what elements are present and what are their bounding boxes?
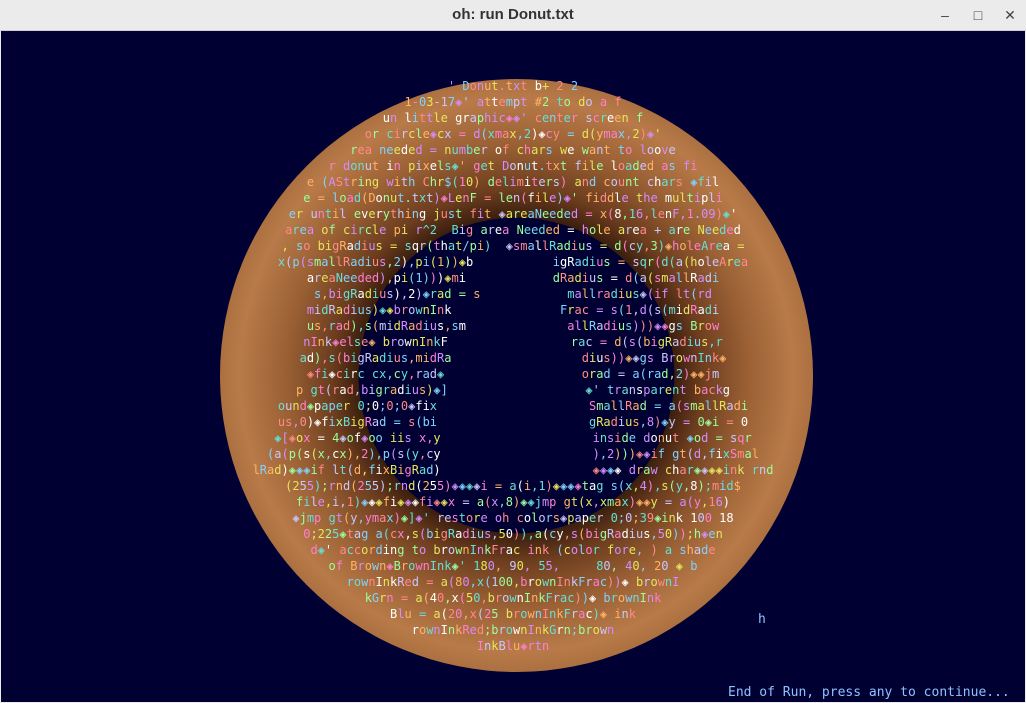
text-line: ' Donut.txt b+ 2 2 bbox=[447, 79, 579, 93]
text-line: 1-03-17◈' attempt #2 to do a f bbox=[404, 95, 622, 109]
text-line: e = load(Donut.txt)◈LenF = len(file)◈' f… bbox=[303, 191, 723, 205]
graphics-canvas[interactable]: ' Donut.txt b+ 2 2 1-03-17◈' attempt #2 t… bbox=[1, 31, 1025, 702]
text-line: s,bigRadius),2)◈rad = s mallradius◈(if l… bbox=[314, 287, 712, 301]
text-line: rownInkRed = a(80,x(100,brownInkFrac))◈ … bbox=[346, 575, 680, 589]
donut-text-layer: ' Donut.txt b+ 2 2 1-03-17◈' attempt #2 t… bbox=[1, 31, 1025, 702]
close-icon[interactable]: ✕ bbox=[1000, 5, 1020, 25]
text-line: (255);rnd(255);rnd(255)◈◈◈◈i = a(i,1)◈◈◈… bbox=[285, 479, 741, 493]
stray-character: h bbox=[758, 612, 766, 627]
title-bar[interactable]: oh: run Donut.txt – □ ✕ bbox=[0, 0, 1026, 31]
minimize-icon[interactable]: – bbox=[935, 5, 955, 25]
text-line: r donut in pixels◈' get Donut.txt file l… bbox=[328, 159, 698, 173]
window-title: oh: run Donut.txt bbox=[452, 6, 574, 23]
text-line: ound◈paper 0;0;0;0◈fix SmallRad = a(smal… bbox=[277, 399, 749, 413]
maximize-icon[interactable]: □ bbox=[968, 5, 988, 25]
text-line: Blu = a(20,x(25 brownInkFrac)◈ ink bbox=[390, 607, 636, 621]
text-line: InkBlu◈rtn bbox=[476, 639, 550, 653]
text-line: e (AString with Chr$(10) delimiters) and… bbox=[306, 175, 720, 189]
text-line: or circle◈cx = d(xmax,2)◈cy = d(ymax,2)◈… bbox=[364, 127, 662, 141]
status-message: End of Run, press any to continue... bbox=[728, 685, 1010, 700]
text-line: p gt(rad,bigradius)◈] ◈' transparent bac… bbox=[295, 383, 731, 397]
text-line: us,0)◈fixBigRad = s(bi gRadius,8)◈y = 0◈… bbox=[277, 415, 749, 429]
text-line: ◈fi◈circ cx,cy,rad◈ orad = a(rad,2)◈◈jm bbox=[306, 367, 720, 381]
text-line: rea needed = number of chars we want to … bbox=[350, 143, 676, 157]
text-line: 0;225◈tag a(cx,s(bigRadius,50)),a(cy,s(b… bbox=[303, 527, 723, 541]
text-line: x(p(smallRadius,2),pi(1))◈b igRadius = s… bbox=[277, 255, 749, 269]
text-line: d◈' according to brownInkFrac ink (color… bbox=[310, 543, 716, 557]
text-line: , so bigRadius = sqr(that/pi) ◈smallRadi… bbox=[281, 239, 745, 253]
text-line: kGrn = a(40,x(50,brownInkFrac))◈ brownIn… bbox=[364, 591, 662, 605]
text-line: ◈[◈ox = 4◈of◈oo iis x,y inside donut ◈od… bbox=[274, 431, 752, 445]
text-line: ◈jmp gt(y,ymax)◈]◈' restore oh colors◈pa… bbox=[292, 511, 734, 525]
text-line: (a(p(s(x,cx),2),p(s(y,cy ),2)))◈◈if gt(d… bbox=[267, 447, 759, 461]
text-line: ad),s(bigRadius,midRa dius))◈◈gs BrownIn… bbox=[299, 351, 727, 365]
text-line: file,i,1)◈◈◈fi◈◈◈fi◈◈x = a(x,8)◈◈jmp gt(… bbox=[295, 495, 731, 509]
text-line: nInk◈else◈ brownInkF rac = d(s(bigRadius… bbox=[303, 335, 723, 349]
text-line: area of circle pi r^2 Big area Needed = … bbox=[285, 223, 741, 237]
text-line: lRad)◈◈◈if lt(d,fixBigRad) ◈◈◈◈ draw cha… bbox=[252, 463, 774, 477]
text-line: er until everything just fit ◈areaNeeded… bbox=[288, 207, 738, 221]
app-window: oh: run Donut.txt – □ ✕ ' Donut.txt b+ 2… bbox=[0, 0, 1026, 703]
text-line: of Brown◈BrownInk◈' 180, 90, 55, 80, 40,… bbox=[328, 559, 698, 573]
text-line: areaNeeded),pi(1)))◈mi dRadius = d(a(sma… bbox=[306, 271, 720, 285]
text-line: rownInkRed;brownInkGrn;brown bbox=[411, 623, 615, 637]
text-line: us,rad),s(midRadius,sm allRadius)))◈◈gs … bbox=[306, 319, 720, 333]
text-line: midRadius)◈◈brownInk Frac = s(1,d(s(midR… bbox=[306, 303, 720, 317]
text-line: un little graphic◈◈' center screen f bbox=[382, 111, 644, 125]
